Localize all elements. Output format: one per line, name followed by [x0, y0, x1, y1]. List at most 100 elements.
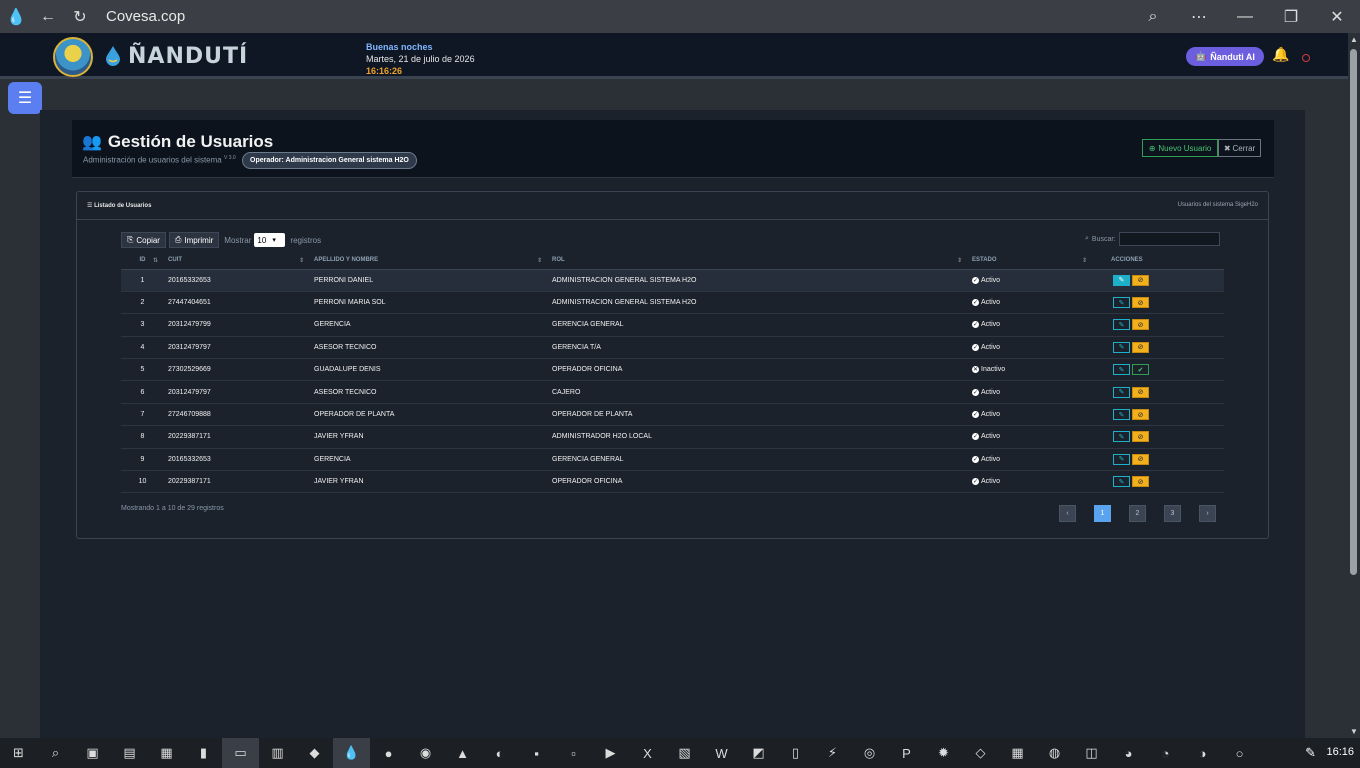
app-icon[interactable]: ◫: [1073, 738, 1110, 768]
close-icon[interactable]: ✕: [1314, 0, 1360, 33]
app-icon[interactable]: ✹: [925, 738, 962, 768]
user-slash-icon: ⊘: [1137, 389, 1144, 397]
edge-icon[interactable]: ◑: [1184, 738, 1221, 768]
restore-icon[interactable]: ❐: [1268, 0, 1314, 33]
app-icon[interactable]: ▤: [111, 738, 148, 768]
app-icon[interactable]: ◆: [296, 738, 333, 768]
pen-icon[interactable]: ✎: [1305, 745, 1316, 761]
column-header-estado[interactable]: ESTADO ⇕: [968, 252, 1093, 270]
deactivate-user-button[interactable]: ⊘: [1132, 476, 1149, 488]
app-icon[interactable]: ◔: [1147, 738, 1184, 768]
column-header-id[interactable]: ID ⇅: [121, 252, 164, 270]
column-header-rol[interactable]: ROL ⇕: [548, 252, 968, 270]
cell-actions: ✎ ⊘: [1093, 291, 1224, 315]
menu-toggle-button[interactable]: ☰: [8, 82, 42, 114]
page-size-select[interactable]: 10 ▾: [254, 233, 286, 247]
windows-start-icon[interactable]: ⊞: [0, 738, 37, 768]
page-next-button[interactable]: ›: [1199, 505, 1216, 522]
file-explorer-icon[interactable]: ▭: [222, 738, 259, 768]
edit-user-button[interactable]: ✎: [1113, 274, 1130, 286]
robot-icon: 🤖: [1195, 51, 1207, 61]
copy-button[interactable]: ⎘ Copiar: [121, 232, 166, 248]
page-button-2[interactable]: 2: [1129, 505, 1146, 522]
vscode-icon[interactable]: ◇: [962, 738, 999, 768]
word-icon[interactable]: W: [703, 738, 740, 768]
deactivate-user-button[interactable]: ⊘: [1132, 386, 1149, 398]
back-icon[interactable]: ←: [32, 0, 64, 33]
outlook-icon[interactable]: ◉: [407, 738, 444, 768]
edit-user-button[interactable]: ✎: [1113, 453, 1130, 465]
page-button-1[interactable]: 1: [1094, 505, 1111, 522]
edge-icon[interactable]: ◐: [481, 738, 518, 768]
chrome-icon[interactable]: ◕: [1110, 738, 1147, 768]
deactivate-user-button[interactable]: ⊘: [1132, 274, 1149, 286]
edit-user-button[interactable]: ✎: [1113, 341, 1130, 353]
taskbar-clock[interactable]: 16:16: [1326, 746, 1354, 758]
edit-icon: ✎: [1118, 277, 1125, 285]
edit-user-button[interactable]: ✎: [1113, 476, 1130, 488]
close-page-button[interactable]: ✖ Cerrar: [1218, 139, 1261, 157]
app-icon[interactable]: ▧: [666, 738, 703, 768]
edit-user-button[interactable]: ✎: [1113, 297, 1130, 309]
more-icon[interactable]: ⋯: [1176, 0, 1222, 33]
calculator-icon[interactable]: ▥: [259, 738, 296, 768]
scroll-down-icon[interactable]: ▼: [1350, 727, 1358, 736]
edit-user-button[interactable]: ✎: [1113, 386, 1130, 398]
search-taskbar-icon[interactable]: ⌕: [37, 738, 74, 768]
deactivate-user-button[interactable]: ⊘: [1132, 453, 1149, 465]
page-prev-button[interactable]: ‹: [1059, 505, 1076, 522]
deactivate-user-button[interactable]: ⊘: [1132, 409, 1149, 421]
cell-id: 1: [121, 269, 164, 292]
page-button-3[interactable]: 3: [1164, 505, 1181, 522]
app-icon[interactable]: ◎: [851, 738, 888, 768]
firefox-icon[interactable]: ●: [370, 738, 407, 768]
status-text: Activo: [981, 276, 1001, 284]
app-icon[interactable]: ▪: [518, 738, 555, 768]
column-header-name[interactable]: APELLIDO Y NOMBRE ⇕: [310, 252, 548, 270]
card-note: Usuarios del sistema SigeH2o: [1177, 202, 1258, 208]
edit-user-button[interactable]: ✎: [1113, 364, 1130, 376]
print-label: Imprimir: [184, 235, 214, 245]
browser-app-icon[interactable]: 💧: [333, 738, 370, 768]
app-icon[interactable]: ▫: [555, 738, 592, 768]
ai-assistant-button[interactable]: 🤖 Ñanduti AI: [1186, 47, 1264, 66]
task-view-icon[interactable]: ▣: [74, 738, 111, 768]
app-icon[interactable]: ◩: [740, 738, 777, 768]
app-icon[interactable]: ▮: [185, 738, 222, 768]
deactivate-user-button[interactable]: ⊘: [1132, 297, 1149, 309]
deactivate-user-button[interactable]: ⊘: [1132, 431, 1149, 443]
check-circle-icon: ✓: [972, 411, 979, 419]
youtube-icon[interactable]: ▶: [592, 738, 629, 768]
cell-cuit: 27447404651: [164, 291, 310, 315]
app-icon[interactable]: ▦: [148, 738, 185, 768]
zoom-icon[interactable]: ⌕: [1130, 0, 1176, 33]
print-button[interactable]: ⎙ Imprimir: [168, 232, 220, 248]
edit-user-button[interactable]: ✎: [1113, 431, 1130, 443]
activate-user-button[interactable]: ✔: [1132, 364, 1149, 376]
deactivate-user-button[interactable]: ⊘: [1132, 341, 1149, 353]
edit-user-button[interactable]: ✎: [1113, 409, 1130, 421]
plus-circle-icon: ⊕: [1148, 143, 1156, 153]
new-user-button[interactable]: ⊕ Nuevo Usuario: [1142, 139, 1218, 157]
scroll-up-icon[interactable]: ▲: [1350, 35, 1358, 44]
edit-user-button[interactable]: ✎: [1113, 319, 1130, 331]
status-badge: ✓ Activo: [972, 411, 1089, 419]
search-input[interactable]: [1118, 232, 1220, 246]
bell-icon[interactable]: 🔔: [1272, 46, 1289, 63]
reload-icon[interactable]: ↻: [64, 0, 96, 33]
whatsapp-icon[interactable]: ◍: [1036, 738, 1073, 768]
app-icon[interactable]: ▦: [999, 738, 1036, 768]
app-icon[interactable]: ▲: [444, 738, 481, 768]
page-scrollbar[interactable]: ▲ ▼: [1348, 33, 1360, 738]
powerpoint-icon[interactable]: P: [888, 738, 925, 768]
excel-icon[interactable]: X: [629, 738, 666, 768]
current-date: Martes, 21 de julio de 2026: [366, 54, 475, 64]
column-header-cuit[interactable]: CUIT ⇕: [164, 252, 310, 270]
scroll-thumb[interactable]: [1350, 49, 1357, 575]
app-icon[interactable]: ○: [1221, 738, 1258, 768]
app-icon[interactable]: ⚡: [814, 738, 851, 768]
minimize-icon[interactable]: —: [1222, 0, 1268, 33]
cell-name: ASESOR TECNICO: [310, 336, 548, 360]
deactivate-user-button[interactable]: ⊘: [1132, 319, 1149, 331]
notepad-icon[interactable]: ▯: [777, 738, 814, 768]
